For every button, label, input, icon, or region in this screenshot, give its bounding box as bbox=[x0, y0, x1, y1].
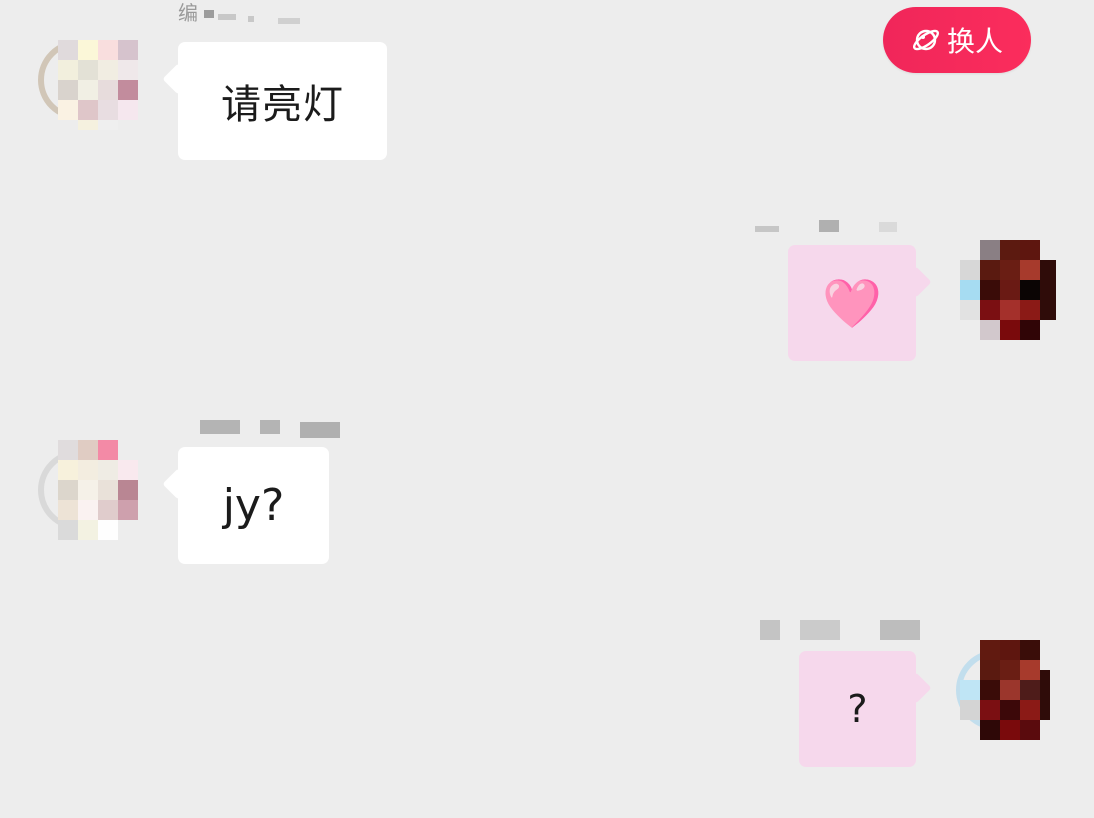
message-text: ? bbox=[847, 687, 868, 731]
message-text: jy? bbox=[222, 480, 285, 531]
switch-person-button[interactable]: 换人 bbox=[883, 7, 1031, 73]
switch-person-label: 换人 bbox=[946, 25, 1003, 58]
message-bubble[interactable]: 🩷 bbox=[788, 245, 916, 361]
message-bubble[interactable]: ? bbox=[799, 651, 916, 767]
avatar[interactable] bbox=[38, 30, 138, 130]
sender-nickname-text: 编 bbox=[178, 1, 198, 25]
avatar[interactable] bbox=[38, 440, 138, 540]
planet-icon bbox=[911, 25, 941, 55]
sender-nickname bbox=[185, 420, 345, 438]
message-bubble[interactable]: jy? bbox=[178, 447, 329, 564]
avatar[interactable] bbox=[956, 240, 1056, 340]
sender-nickname: 编 bbox=[178, 2, 308, 24]
sender-nickname bbox=[755, 220, 925, 236]
message-bubble[interactable]: 请亮灯 bbox=[178, 42, 387, 160]
message-text: 🩷 bbox=[822, 275, 882, 332]
message-text: 请亮灯 bbox=[221, 82, 344, 128]
avatar[interactable] bbox=[956, 640, 1056, 740]
sender-nickname bbox=[760, 620, 930, 640]
